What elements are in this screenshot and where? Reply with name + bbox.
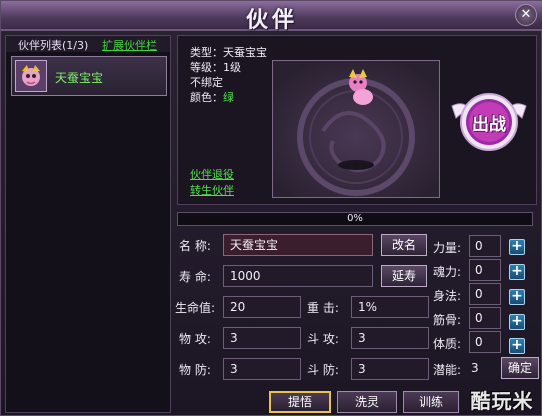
watermark-text: 酷玩米	[470, 389, 534, 413]
add-agility-button[interactable]: +	[509, 289, 525, 305]
close-icon: ✕	[520, 7, 532, 22]
color-value: 绿	[223, 91, 234, 104]
rename-button[interactable]: 改名	[381, 234, 427, 256]
experience-progress-bar: 0%	[177, 212, 533, 226]
constitution-label: 体质:	[433, 337, 462, 351]
hp-field: 20	[223, 296, 301, 318]
partner-list-item[interactable]: 天蚕宝宝	[11, 56, 167, 96]
bone-label: 筋骨:	[433, 313, 462, 327]
window-title: 伙伴	[245, 7, 298, 33]
physical-defense-label: 物 防:	[179, 363, 211, 377]
color-label: 颜色：	[190, 91, 223, 104]
site-watermark: 酷玩米	[464, 383, 540, 415]
fight-attack-field: 3	[351, 327, 429, 349]
add-bone-button[interactable]: +	[509, 314, 525, 330]
partner-color: 颜色：绿	[190, 89, 234, 105]
constitution-field: 0	[469, 331, 501, 353]
add-soul-button[interactable]: +	[509, 264, 525, 280]
physical-attack-field: 3	[223, 327, 301, 349]
name-field[interactable]: 天蚕宝宝	[223, 234, 373, 256]
extend-life-button[interactable]: 延寿	[381, 265, 427, 287]
life-field: 1000	[223, 265, 373, 287]
rebirth-partner-link[interactable]: 转生伙伴	[190, 182, 234, 198]
pet-avatar-icon	[15, 60, 47, 92]
title-bar[interactable]: 伙伴 ✕	[1, 1, 542, 33]
retire-partner-link[interactable]: 伙伴退役	[190, 166, 234, 182]
hp-label: 生命值:	[175, 301, 216, 315]
progress-text: 0%	[347, 213, 363, 224]
close-button[interactable]: ✕	[515, 4, 537, 26]
crit-label: 重 击:	[307, 301, 339, 315]
potential-label: 潜能:	[433, 363, 462, 377]
physical-attack-label: 物 攻:	[179, 332, 211, 346]
partner-level: 等级：1级	[190, 61, 241, 74]
name-label: 名 称:	[179, 239, 211, 253]
fight-attack-label: 斗 攻:	[307, 332, 339, 346]
life-label: 寿 命:	[179, 270, 211, 284]
tab-train[interactable]: 训练	[403, 391, 459, 413]
partner-item-name: 天蚕宝宝	[55, 71, 104, 85]
partner-list-header: 伙伴列表(1/3) 扩展伙伴栏	[6, 36, 170, 52]
strength-label: 力量:	[433, 241, 462, 255]
agility-label: 身法:	[433, 289, 462, 303]
soul-field: 0	[469, 259, 501, 281]
add-strength-button[interactable]: +	[509, 239, 525, 255]
bone-field: 0	[469, 307, 501, 329]
agility-field: 0	[469, 283, 501, 305]
crit-field: 1%	[351, 296, 429, 318]
pet-model-icon	[273, 61, 439, 197]
confirm-button[interactable]: 确定	[501, 357, 539, 379]
tab-wash[interactable]: 洗灵	[337, 391, 397, 413]
partner-list-title: 伙伴列表(1/3)	[18, 39, 89, 52]
add-constitution-button[interactable]: +	[509, 338, 525, 354]
partner-list-panel: 伙伴列表(1/3) 扩展伙伴栏 天蚕宝宝	[5, 35, 171, 413]
partner-info-panel: 类型：天蚕宝宝 等级：1级 不绑定 颜色：绿 伙伴退役 转生伙伴 出战	[177, 35, 537, 205]
partner-bind-status: 不绑定	[190, 76, 223, 89]
fight-defense-label: 斗 防:	[307, 363, 339, 377]
tab-enlighten[interactable]: 提悟	[269, 391, 331, 413]
partner-window: 伙伴 ✕ 伙伴列表(1/3) 扩展伙伴栏 天蚕宝宝 类型：天蚕宝宝 等级：1级 …	[0, 0, 542, 416]
battle-button-label: 出战	[472, 115, 506, 135]
expand-partner-slots-link[interactable]: 扩展伙伴栏	[102, 37, 157, 53]
physical-defense-field: 3	[223, 358, 301, 380]
soul-label: 魂力:	[433, 265, 462, 279]
battle-button[interactable]: 出战	[448, 82, 530, 158]
potential-value: 3	[471, 361, 479, 375]
partner-type: 类型：天蚕宝宝	[190, 46, 267, 59]
pet-model-preview[interactable]	[272, 60, 440, 198]
fight-defense-field: 3	[351, 358, 429, 380]
strength-field: 0	[469, 235, 501, 257]
